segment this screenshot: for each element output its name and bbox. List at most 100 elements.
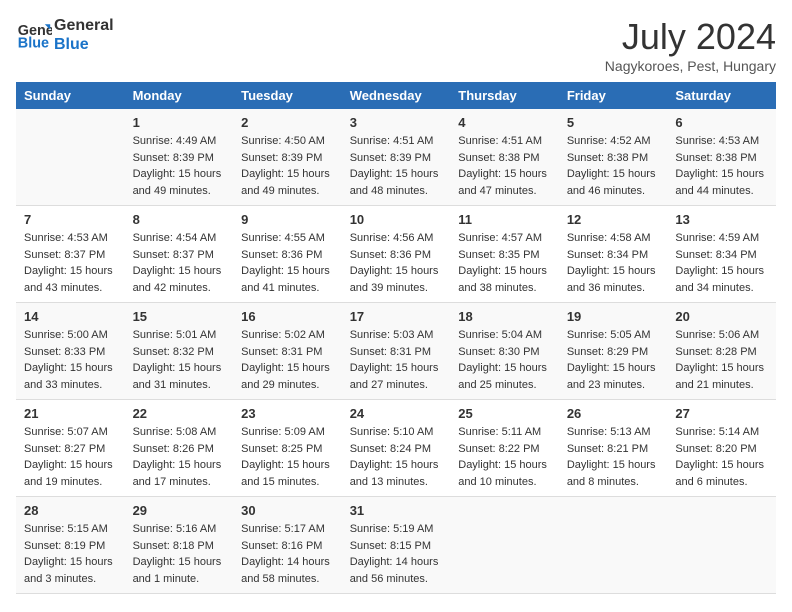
day-number: 23 — [241, 406, 334, 421]
col-tuesday: Tuesday — [233, 82, 342, 109]
calendar-cell: 2Sunrise: 4:50 AM Sunset: 8:39 PM Daylig… — [233, 109, 342, 206]
calendar-cell: 31 Sunrise: 5:19 AM Sunset: 8:15 PM Dayli… — [342, 497, 451, 594]
day-number: 22 — [133, 406, 226, 421]
calendar-cell: 9Sunrise: 4:55 AM Sunset: 8:36 PM Daylig… — [233, 206, 342, 303]
day-info: Sunrise: 4:58 AM Sunset: 8:34 PM Dayligh… — [567, 230, 660, 296]
calendar-cell — [667, 497, 776, 594]
day-number: 27 — [675, 406, 768, 421]
page-header: General Blue General Blue July 2024 Nagy… — [16, 16, 776, 74]
day-number: 21 — [24, 406, 117, 421]
day-number: 17 — [350, 309, 443, 324]
calendar-cell: 5Sunrise: 4:52 AM Sunset: 8:38 PM Daylig… — [559, 109, 668, 206]
day-number: 24 — [350, 406, 443, 421]
calendar-cell: 17 Sunrise: 5:03 AM Sunset: 8:31 PM Dayli… — [342, 303, 451, 400]
day-info: Sunrise: 5:02 AM Sunset: 8:31 PM Dayligh… — [241, 327, 334, 393]
day-info: Sunrise: 5:00 AM Sunset: 8:33 PM Dayligh… — [24, 327, 117, 393]
day-info: Sunrise: 5:10 AM Sunset: 8:24 PM Dayligh… — [350, 424, 443, 490]
day-info: Sunrise: 5:03 AM Sunset: 8:31 PM Dayligh… — [350, 327, 443, 393]
calendar-table: Sunday Monday Tuesday Wednesday Thursday… — [16, 82, 776, 594]
day-info: Sunrise: 4:53 AM Sunset: 8:37 PM Dayligh… — [24, 230, 117, 296]
header-row: Sunday Monday Tuesday Wednesday Thursday… — [16, 82, 776, 109]
logo: General Blue General Blue — [16, 16, 114, 54]
calendar-cell: 26 Sunrise: 5:13 AM Sunset: 8:21 PM Dayli… — [559, 400, 668, 497]
day-number: 29 — [133, 503, 226, 518]
day-info: Sunrise: 5:14 AM Sunset: 8:20 PM Dayligh… — [675, 424, 768, 490]
day-info: Sunrise: 4:49 AM Sunset: 8:39 PM Dayligh… — [133, 133, 226, 199]
calendar-cell — [16, 109, 125, 206]
calendar-cell — [450, 497, 559, 594]
day-info: Sunrise: 4:55 AM Sunset: 8:36 PM Dayligh… — [241, 230, 334, 296]
day-info: Sunrise: 4:51 AM Sunset: 8:39 PM Dayligh… — [350, 133, 443, 199]
calendar-cell: 27 Sunrise: 5:14 AM Sunset: 8:20 PM Dayli… — [667, 400, 776, 497]
day-number: 2 — [241, 115, 334, 130]
day-number: 4 — [458, 115, 551, 130]
day-number: 30 — [241, 503, 334, 518]
day-number: 18 — [458, 309, 551, 324]
month-title: July 2024 — [605, 16, 776, 58]
calendar-cell: 12 Sunrise: 4:58 AM Sunset: 8:34 PM Dayli… — [559, 206, 668, 303]
calendar-cell: 18 Sunrise: 5:04 AM Sunset: 8:30 PM Dayli… — [450, 303, 559, 400]
day-info: Sunrise: 5:08 AM Sunset: 8:26 PM Dayligh… — [133, 424, 226, 490]
calendar-week-4: 21 Sunrise: 5:07 AM Sunset: 8:27 PM Dayli… — [16, 400, 776, 497]
day-number: 26 — [567, 406, 660, 421]
day-number: 20 — [675, 309, 768, 324]
day-number: 12 — [567, 212, 660, 227]
calendar-cell: 29 Sunrise: 5:16 AM Sunset: 8:18 PM Dayli… — [125, 497, 234, 594]
calendar-cell: 7 Sunrise: 4:53 AM Sunset: 8:37 PM Daylig… — [16, 206, 125, 303]
day-number: 13 — [675, 212, 768, 227]
day-number: 14 — [24, 309, 117, 324]
calendar-cell: 14 Sunrise: 5:00 AM Sunset: 8:33 PM Dayli… — [16, 303, 125, 400]
calendar-cell: 6Sunrise: 4:53 AM Sunset: 8:38 PM Daylig… — [667, 109, 776, 206]
calendar-cell: 13 Sunrise: 4:59 AM Sunset: 8:34 PM Dayli… — [667, 206, 776, 303]
day-info: Sunrise: 4:51 AM Sunset: 8:38 PM Dayligh… — [458, 133, 551, 199]
calendar-cell — [559, 497, 668, 594]
day-info: Sunrise: 5:15 AM Sunset: 8:19 PM Dayligh… — [24, 521, 117, 587]
calendar-cell: 19Sunrise: 5:05 AM Sunset: 8:29 PM Dayli… — [559, 303, 668, 400]
calendar-cell: 24 Sunrise: 5:10 AM Sunset: 8:24 PM Dayli… — [342, 400, 451, 497]
calendar-cell: 21 Sunrise: 5:07 AM Sunset: 8:27 PM Dayli… — [16, 400, 125, 497]
title-block: July 2024 Nagykoroes, Pest, Hungary — [605, 16, 776, 74]
col-wednesday: Wednesday — [342, 82, 451, 109]
calendar-cell: 22 Sunrise: 5:08 AM Sunset: 8:26 PM Dayli… — [125, 400, 234, 497]
day-info: Sunrise: 4:59 AM Sunset: 8:34 PM Dayligh… — [675, 230, 768, 296]
day-info: Sunrise: 5:13 AM Sunset: 8:21 PM Dayligh… — [567, 424, 660, 490]
day-info: Sunrise: 5:06 AM Sunset: 8:28 PM Dayligh… — [675, 327, 768, 393]
calendar-cell: 15 Sunrise: 5:01 AM Sunset: 8:32 PM Dayli… — [125, 303, 234, 400]
calendar-cell: 25Sunrise: 5:11 AM Sunset: 8:22 PM Dayli… — [450, 400, 559, 497]
calendar-cell: 30 Sunrise: 5:17 AM Sunset: 8:16 PM Dayli… — [233, 497, 342, 594]
day-info: Sunrise: 5:16 AM Sunset: 8:18 PM Dayligh… — [133, 521, 226, 587]
col-sunday: Sunday — [16, 82, 125, 109]
day-info: Sunrise: 5:07 AM Sunset: 8:27 PM Dayligh… — [24, 424, 117, 490]
day-info: Sunrise: 4:52 AM Sunset: 8:38 PM Dayligh… — [567, 133, 660, 199]
calendar-week-5: 28 Sunrise: 5:15 AM Sunset: 8:19 PM Dayli… — [16, 497, 776, 594]
logo-text-general: General — [54, 16, 114, 35]
calendar-week-1: 1 Sunrise: 4:49 AM Sunset: 8:39 PM Daylig… — [16, 109, 776, 206]
location: Nagykoroes, Pest, Hungary — [605, 58, 776, 74]
day-number: 1 — [133, 115, 226, 130]
day-info: Sunrise: 5:04 AM Sunset: 8:30 PM Dayligh… — [458, 327, 551, 393]
day-info: Sunrise: 4:56 AM Sunset: 8:36 PM Dayligh… — [350, 230, 443, 296]
day-number: 31 — [350, 503, 443, 518]
calendar-cell: 23 Sunrise: 5:09 AM Sunset: 8:25 PM Dayli… — [233, 400, 342, 497]
day-info: Sunrise: 5:19 AM Sunset: 8:15 PM Dayligh… — [350, 521, 443, 587]
calendar-cell: 20 Sunrise: 5:06 AM Sunset: 8:28 PM Dayli… — [667, 303, 776, 400]
day-number: 25 — [458, 406, 551, 421]
calendar-week-2: 7 Sunrise: 4:53 AM Sunset: 8:37 PM Daylig… — [16, 206, 776, 303]
day-number: 28 — [24, 503, 117, 518]
day-info: Sunrise: 5:17 AM Sunset: 8:16 PM Dayligh… — [241, 521, 334, 587]
day-number: 10 — [350, 212, 443, 227]
day-info: Sunrise: 5:09 AM Sunset: 8:25 PM Dayligh… — [241, 424, 334, 490]
svg-text:Blue: Blue — [18, 36, 49, 52]
day-number: 15 — [133, 309, 226, 324]
logo-icon: General Blue — [16, 17, 52, 53]
col-monday: Monday — [125, 82, 234, 109]
calendar-cell: 8Sunrise: 4:54 AM Sunset: 8:37 PM Daylig… — [125, 206, 234, 303]
calendar-cell: 1 Sunrise: 4:49 AM Sunset: 8:39 PM Daylig… — [125, 109, 234, 206]
day-number: 3 — [350, 115, 443, 130]
day-number: 7 — [24, 212, 117, 227]
col-thursday: Thursday — [450, 82, 559, 109]
calendar-cell: 16 Sunrise: 5:02 AM Sunset: 8:31 PM Dayli… — [233, 303, 342, 400]
day-info: Sunrise: 5:01 AM Sunset: 8:32 PM Dayligh… — [133, 327, 226, 393]
day-number: 8 — [133, 212, 226, 227]
day-number: 16 — [241, 309, 334, 324]
